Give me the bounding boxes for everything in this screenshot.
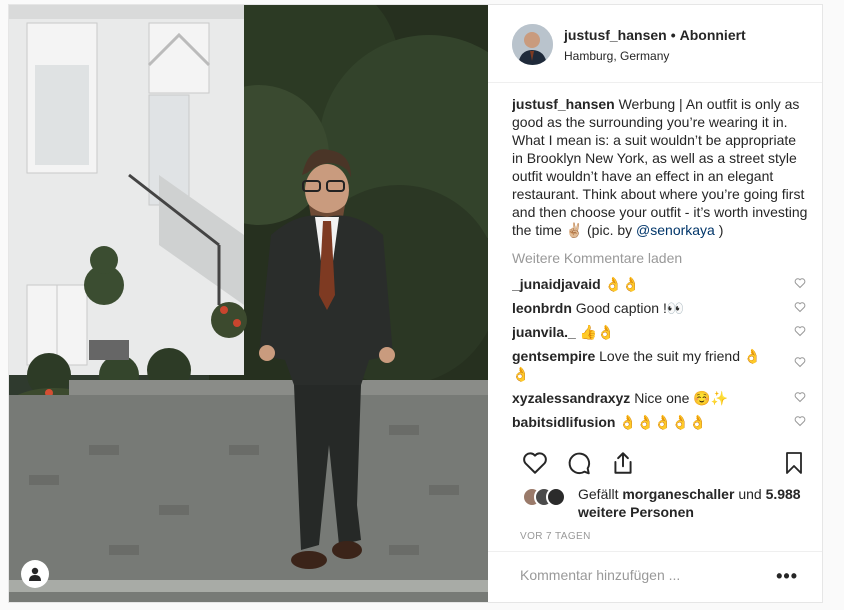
author-username[interactable]: justusf_hansen (564, 27, 667, 43)
follow-status-button[interactable]: Abonniert (680, 27, 746, 43)
caption-mention-link[interactable]: @senorkaya (636, 222, 715, 238)
instagram-post: justusf_hansen • Abonniert Hamburg, German… (8, 4, 823, 603)
author-avatar[interactable] (512, 24, 553, 65)
comment-like-heart-icon[interactable] (794, 277, 806, 289)
caption-text-end: ) (714, 222, 724, 238)
comment-text: 👍👌 (579, 324, 615, 340)
more-options-button[interactable]: ••• (776, 566, 798, 587)
comment-item: xyzalessandraxyz Nice one ☺️✨ (512, 389, 808, 407)
bookmark-icon[interactable] (782, 450, 806, 476)
comment-username[interactable]: gentsempire (512, 348, 595, 364)
comment-icon[interactable] (566, 450, 592, 476)
comment-username[interactable]: xyzalessandraxyz (512, 390, 630, 406)
post-photo[interactable] (9, 5, 488, 602)
liker-username[interactable]: morganeschaller (622, 486, 734, 502)
comment-username[interactable]: juanvila._ (512, 324, 576, 340)
likes-text: Gefällt morganeschaller und 5.988 weiter… (578, 485, 818, 521)
likes-summary: Gefällt morganeschaller und 5.988 weiter… (512, 485, 808, 525)
photo-illustration (9, 5, 488, 602)
comment-item: gentsempire Love the suit my friend 👌👌 (512, 347, 808, 383)
post-actions (512, 450, 808, 482)
comment-item: leonbrdn Good caption !👀 (512, 299, 808, 317)
share-icon[interactable] (610, 450, 636, 476)
comment-text: Good caption !👀 (575, 300, 685, 316)
comment-text: 👌👌👌👌👌 (619, 414, 707, 430)
heart-icon[interactable] (522, 450, 548, 476)
comments-section: justusf_hansen Werbung | An outfit is on… (512, 95, 808, 437)
comment-like-heart-icon[interactable] (794, 415, 806, 427)
avatar-image (512, 24, 553, 65)
caption-text: Werbung | An outfit is only as good as t… (512, 96, 808, 238)
comment-item: babitsidlifusion 👌👌👌👌👌 (512, 413, 808, 431)
post-location[interactable]: Hamburg, Germany (564, 49, 669, 63)
post-side-panel: justusf_hansen • Abonniert Hamburg, German… (488, 5, 822, 602)
add-comment-bar: ••• (488, 551, 822, 602)
comment-like-heart-icon[interactable] (794, 356, 806, 368)
liker-avatar (546, 487, 566, 507)
comment-text: Nice one ☺️✨ (634, 390, 729, 406)
comment-like-heart-icon[interactable] (794, 325, 806, 337)
user-tag-button[interactable] (21, 560, 49, 588)
separator-dot: • (670, 27, 676, 43)
caption-username[interactable]: justusf_hansen (512, 96, 615, 112)
likes-prefix: Gefällt (578, 486, 619, 502)
comment-username[interactable]: babitsidlifusion (512, 414, 615, 430)
load-more-comments-button[interactable]: Weitere Kommentare laden (512, 249, 808, 267)
post-timestamp[interactable]: VOR 7 TAGEN (520, 531, 591, 542)
post-caption: justusf_hansen Werbung | An outfit is on… (512, 95, 808, 239)
comment-like-heart-icon[interactable] (794, 301, 806, 313)
comment-username[interactable]: leonbrdn (512, 300, 572, 316)
comment-like-heart-icon[interactable] (794, 391, 806, 403)
comment-username[interactable]: _junaidjavaid (512, 276, 601, 292)
comment-input[interactable] (520, 567, 760, 583)
user-tag-icon (29, 567, 41, 581)
post-header: justusf_hansen • Abonniert Hamburg, German… (488, 5, 822, 83)
comment-item: juanvila._ 👍👌 (512, 323, 808, 341)
likes-connector: und (738, 486, 762, 502)
comment-item: _junaidjavaid 👌👌 (512, 275, 808, 293)
comment-text: 👌👌 (604, 276, 640, 292)
liker-avatars[interactable] (522, 487, 570, 507)
author-line: justusf_hansen • Abonniert (564, 27, 746, 43)
